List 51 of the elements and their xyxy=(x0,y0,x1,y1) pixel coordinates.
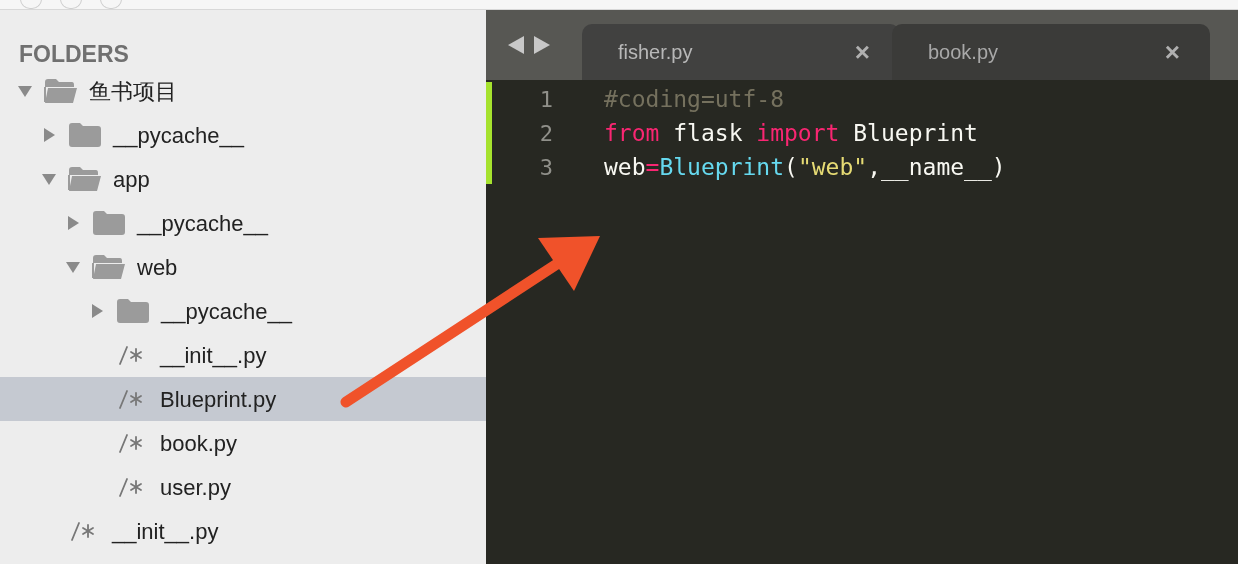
open-folder-icon xyxy=(68,166,102,192)
file-icon xyxy=(118,433,144,453)
line-number: 1 xyxy=(538,85,553,114)
file-name: __init__.py xyxy=(112,517,219,546)
folder-name: __pycache__ xyxy=(113,121,244,150)
file-icon xyxy=(118,477,144,497)
folder-name: app xyxy=(113,165,150,194)
caret-down-icon[interactable] xyxy=(66,260,80,274)
code-line: from flask import Blueprint xyxy=(604,118,978,148)
tree-item[interactable]: __pycache__ xyxy=(0,201,486,245)
back-icon[interactable] xyxy=(508,36,524,54)
tree-item[interactable]: Blueprint.py xyxy=(0,377,486,421)
line-number: 2 xyxy=(538,119,553,148)
sidebar-title: FOLDERS xyxy=(19,40,130,68)
folder-name: 鱼书项目 xyxy=(89,77,177,106)
caret-down-icon[interactable] xyxy=(42,172,56,186)
file-name: book.py xyxy=(160,429,238,458)
folder-icon xyxy=(116,298,150,324)
tree-item[interactable]: __pycache__ xyxy=(0,113,486,157)
line-number: 3 xyxy=(538,153,553,182)
tree-item[interactable]: book.py xyxy=(0,421,486,465)
file-name: __init__.py xyxy=(160,341,267,370)
file-icon xyxy=(118,389,144,409)
caret-right-icon[interactable] xyxy=(42,128,56,142)
file-icon xyxy=(70,521,96,541)
close-icon[interactable]: × xyxy=(1164,39,1180,65)
tree-item[interactable]: __init__.py xyxy=(0,509,486,553)
open-folder-icon xyxy=(44,78,78,104)
folder-icon xyxy=(92,210,126,236)
tree-item[interactable]: __init__.py xyxy=(0,333,486,377)
file-name: Blueprint.py xyxy=(160,385,277,414)
caret-down-icon[interactable] xyxy=(18,84,32,98)
caret-right-icon[interactable] xyxy=(66,216,80,230)
code-line: #coding=utf-8 xyxy=(604,84,784,114)
tree-item[interactable]: user.py xyxy=(0,465,486,509)
open-folder-icon xyxy=(92,254,126,280)
close-icon[interactable]: × xyxy=(854,39,870,65)
tree-item[interactable]: __pycache__ xyxy=(0,289,486,333)
code-line: web=Blueprint("web",__name__) xyxy=(604,152,1006,183)
folder-icon xyxy=(68,122,102,148)
file-icon xyxy=(118,345,144,365)
tree-item[interactable]: web xyxy=(0,245,486,289)
file-name: user.py xyxy=(160,473,231,502)
forward-icon[interactable] xyxy=(534,36,550,54)
folder-name: __pycache__ xyxy=(161,297,292,326)
folder-name: __pycache__ xyxy=(137,209,268,238)
tree-item[interactable]: app xyxy=(0,157,486,201)
editor-tab[interactable]: book.py × xyxy=(892,24,1210,80)
caret-right-icon[interactable] xyxy=(90,304,104,318)
tree-item[interactable]: 鱼书项目 xyxy=(0,69,486,113)
folder-name: web xyxy=(137,253,178,282)
